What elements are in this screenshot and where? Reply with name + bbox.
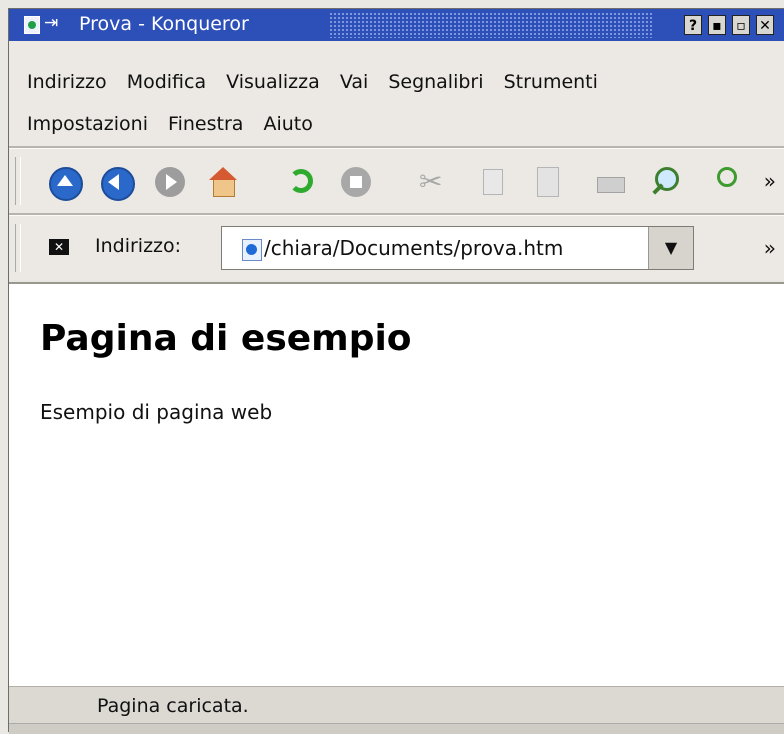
- menu-strumenti[interactable]: Strumenti: [504, 71, 598, 93]
- menu-impostazioni[interactable]: Impostazioni: [27, 113, 148, 135]
- cut-icon[interactable]: ✂: [419, 165, 457, 199]
- reload-icon[interactable]: [285, 165, 323, 199]
- menu-bar: Indirizzo Modifica Visualizza Vai Segnal…: [9, 41, 784, 146]
- paste-icon[interactable]: [529, 165, 567, 199]
- up-icon[interactable]: [47, 165, 85, 201]
- menu-finestra[interactable]: Finestra: [168, 113, 243, 135]
- maximize-button[interactable]: ▫: [732, 15, 750, 35]
- find-icon[interactable]: [705, 165, 743, 199]
- zoom-icon[interactable]: [647, 165, 685, 199]
- location-more-icon[interactable]: »: [764, 236, 776, 260]
- menu-row-1: Indirizzo Modifica Visualizza Vai Segnal…: [27, 71, 612, 93]
- home-icon[interactable]: [205, 165, 243, 199]
- print-icon[interactable]: [593, 165, 631, 199]
- forward-icon[interactable]: [153, 165, 191, 199]
- menu-modifica[interactable]: Modifica: [127, 71, 206, 93]
- menu-visualizza[interactable]: Visualizza: [226, 71, 320, 93]
- location-toolbar: ✕ Indirizzo: /chiara/Documents/prova.htm…: [9, 216, 784, 280]
- location-grip[interactable]: [15, 224, 21, 272]
- menu-segnalibri[interactable]: Segnalibri: [388, 71, 483, 93]
- location-label: Indirizzo:: [95, 235, 182, 257]
- pin-icon[interactable]: ⇥: [44, 13, 58, 33]
- window-bottom-bar: [9, 723, 784, 734]
- back-icon[interactable]: [99, 165, 137, 201]
- stop-icon[interactable]: [339, 165, 377, 199]
- status-bar: Pagina caricata.: [9, 686, 784, 724]
- toolbar-grip[interactable]: [15, 157, 21, 205]
- toolbar-more-icon[interactable]: »: [764, 169, 776, 193]
- menu-aiuto[interactable]: Aiuto: [263, 113, 312, 135]
- help-button[interactable]: ?: [684, 15, 702, 35]
- status-text: Pagina caricata.: [97, 695, 249, 717]
- url-field[interactable]: /chiara/Documents/prova.htm ▼: [221, 226, 694, 270]
- page-view[interactable]: Pagina di esempio Esempio di pagina web: [9, 282, 784, 686]
- url-dropdown-button[interactable]: ▼: [648, 227, 693, 269]
- titlebar-pattern: [329, 12, 654, 38]
- page-paragraph: Esempio di pagina web: [40, 400, 273, 424]
- menu-row-2: Impostazioni Finestra Aiuto: [27, 113, 327, 135]
- menu-indirizzo[interactable]: Indirizzo: [27, 71, 107, 93]
- minimize-button[interactable]: ▪: [708, 15, 726, 35]
- url-text[interactable]: /chiara/Documents/prova.htm: [264, 236, 563, 260]
- clear-location-icon[interactable]: ✕: [49, 239, 69, 255]
- title-bar[interactable]: ⇥ Prova - Konqueror ? ▪ ▫ ✕: [9, 9, 784, 41]
- close-button[interactable]: ✕: [756, 15, 774, 35]
- menu-vai[interactable]: Vai: [340, 71, 368, 93]
- page-heading: Pagina di esempio: [40, 318, 412, 359]
- copy-icon[interactable]: [475, 165, 513, 199]
- main-toolbar: ✂ »: [9, 149, 784, 213]
- app-icon: [24, 16, 40, 34]
- konqueror-window: ⇥ Prova - Konqueror ? ▪ ▫ ✕ Indirizzo Mo…: [8, 8, 784, 734]
- window-title: Prova - Konqueror: [79, 13, 249, 35]
- page-icon: [242, 239, 262, 261]
